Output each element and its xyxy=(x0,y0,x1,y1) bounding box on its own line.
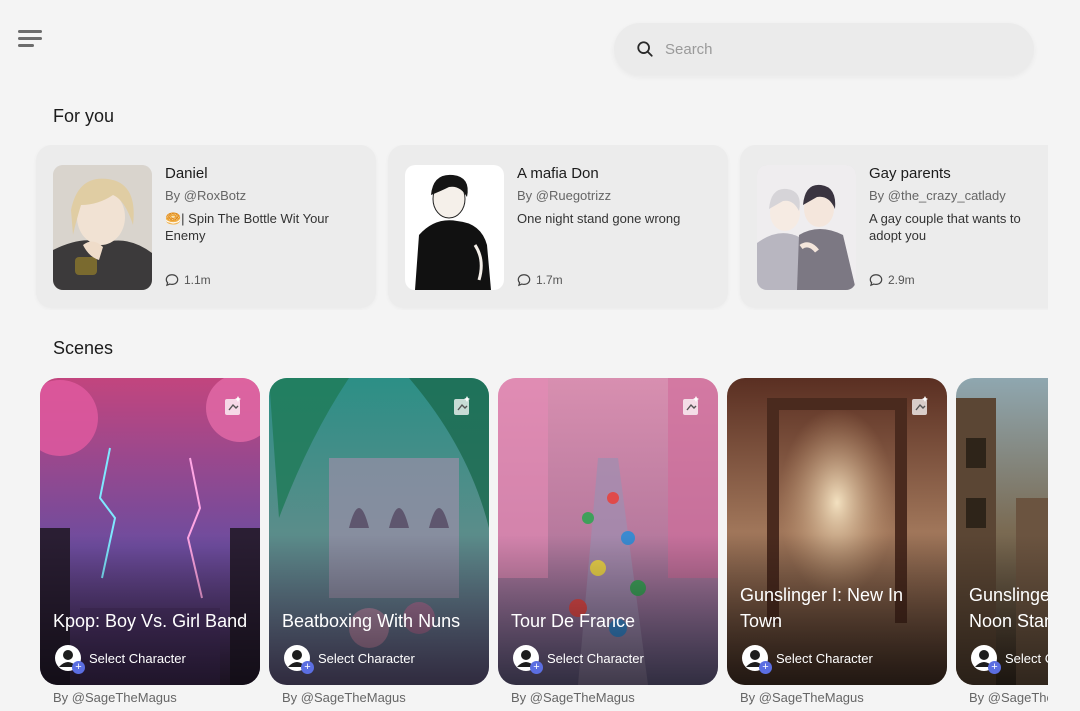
character-avatar xyxy=(757,165,856,290)
scene-title: Gunslinger II: High Noon Standoff xyxy=(969,585,1048,631)
scene-author[interactable]: By @SageTheMagus xyxy=(511,690,635,705)
character-description: A gay couple that wants to adopt you xyxy=(869,211,1021,243)
scene-item: Gunslinger I: New In Town + Select Chara… xyxy=(727,378,947,711)
scene-item: Beatboxing With Nuns + Select Character … xyxy=(269,378,489,711)
chat-count: 1.7m xyxy=(517,273,563,287)
user-avatar-icon: + xyxy=(513,645,543,674)
character-description: 🥯| Spin The Bottle Wit Your Enemy xyxy=(165,211,329,243)
scene-card-gunslinger-1[interactable]: Gunslinger I: New In Town + Select Chara… xyxy=(727,378,947,685)
scene-title: Tour De France xyxy=(511,611,636,631)
select-character-button[interactable]: + Select Character xyxy=(55,645,186,674)
scene-item: Kpop: Boy Vs. Girl Band + Select Charact… xyxy=(40,378,260,711)
character-name: Daniel xyxy=(165,165,208,182)
select-character-button[interactable]: + Select Character xyxy=(742,645,873,674)
chat-bubble-icon xyxy=(869,274,883,287)
hamburger-line xyxy=(18,37,42,40)
add-character-icon[interactable] xyxy=(453,396,471,416)
user-avatar-icon: + xyxy=(742,645,772,674)
scene-author[interactable]: By @SageTheMagus xyxy=(740,690,864,705)
chat-bubble-icon xyxy=(517,274,531,287)
for-you-heading: For you xyxy=(53,106,115,126)
scene-item: Gunslinger II: High Noon Standoff + Sele… xyxy=(956,378,1048,711)
scene-card-beatboxing[interactable]: Beatboxing With Nuns + Select Character xyxy=(269,378,489,685)
scenes-carousel[interactable]: Kpop: Boy Vs. Girl Band + Select Charact… xyxy=(0,378,1048,711)
select-character-label: Select Character xyxy=(776,650,873,666)
chat-bubble-icon xyxy=(165,274,179,287)
chat-count: 2.9m xyxy=(869,273,915,287)
hamburger-line xyxy=(18,44,34,47)
select-character-button[interactable]: + Select Character xyxy=(284,645,415,674)
select-character-label: Select Character xyxy=(318,650,415,666)
select-character-label: Select Character xyxy=(1005,650,1048,666)
character-card-mafia-don[interactable]: A mafia Don By @Ruegotrizz One night sta… xyxy=(388,145,728,308)
select-character-label: Select Character xyxy=(547,650,644,666)
search-input[interactable] xyxy=(665,40,995,58)
character-name: Gay parents xyxy=(869,165,951,182)
scene-title: Kpop: Boy Vs. Girl Band xyxy=(53,611,248,631)
add-character-icon[interactable] xyxy=(911,396,929,416)
scene-card-tour-de-france[interactable]: Tour De France + Select Character xyxy=(498,378,718,685)
scene-author[interactable]: By @SageTheMagus xyxy=(53,690,177,705)
scene-author[interactable]: By @SageTheMagus xyxy=(969,690,1048,705)
plus-icon: + xyxy=(301,661,314,674)
add-character-icon[interactable] xyxy=(224,396,242,416)
for-you-carousel[interactable]: Daniel By @RoxBotz 🥯| Spin The Bottle Wi… xyxy=(0,145,1048,310)
scene-card-gunslinger-2[interactable]: Gunslinger II: High Noon Standoff + Sele… xyxy=(956,378,1048,685)
scene-title: Beatboxing With Nuns xyxy=(282,611,461,631)
select-character-button[interactable]: + Select Character xyxy=(971,645,1048,674)
user-avatar-icon: + xyxy=(971,645,1001,674)
plus-icon: + xyxy=(72,661,85,674)
select-character-button[interactable]: + Select Character xyxy=(513,645,644,674)
character-avatar xyxy=(53,165,152,290)
search-icon xyxy=(637,41,653,57)
character-card-daniel[interactable]: Daniel By @RoxBotz 🥯| Spin The Bottle Wi… xyxy=(36,145,376,308)
chat-count: 1.1m xyxy=(165,273,211,287)
add-character-icon[interactable] xyxy=(682,396,700,416)
search-bar[interactable] xyxy=(614,23,1034,75)
scene-title: Gunslinger I: New In Town xyxy=(740,585,904,631)
scene-card-kpop[interactable]: Kpop: Boy Vs. Girl Band + Select Charact… xyxy=(40,378,260,685)
character-name: A mafia Don xyxy=(517,165,599,182)
hamburger-menu-icon xyxy=(18,30,42,33)
chat-count-value: 1.7m xyxy=(536,273,563,287)
character-author[interactable]: By @the_crazy_catlady xyxy=(869,188,1006,203)
character-author[interactable]: By @Ruegotrizz xyxy=(517,188,611,203)
plus-icon: + xyxy=(988,661,1001,674)
user-avatar-icon: + xyxy=(284,645,314,674)
scene-item: Tour De France + Select Character By @Sa… xyxy=(498,378,718,711)
plus-icon: + xyxy=(530,661,543,674)
chat-count-value: 1.1m xyxy=(184,273,211,287)
scenes-heading: Scenes xyxy=(53,338,114,358)
character-description: One night stand gone wrong xyxy=(517,211,681,226)
user-avatar-icon: + xyxy=(55,645,85,674)
character-avatar xyxy=(405,165,504,290)
plus-icon: + xyxy=(759,661,772,674)
character-card-gay-parents[interactable]: Gay parents By @the_crazy_catlady A gay … xyxy=(740,145,1048,308)
select-character-label: Select Character xyxy=(89,650,186,666)
scene-author[interactable]: By @SageTheMagus xyxy=(282,690,406,705)
character-author[interactable]: By @RoxBotz xyxy=(165,188,246,203)
menu-button[interactable] xyxy=(18,28,44,50)
chat-count-value: 2.9m xyxy=(888,273,915,287)
